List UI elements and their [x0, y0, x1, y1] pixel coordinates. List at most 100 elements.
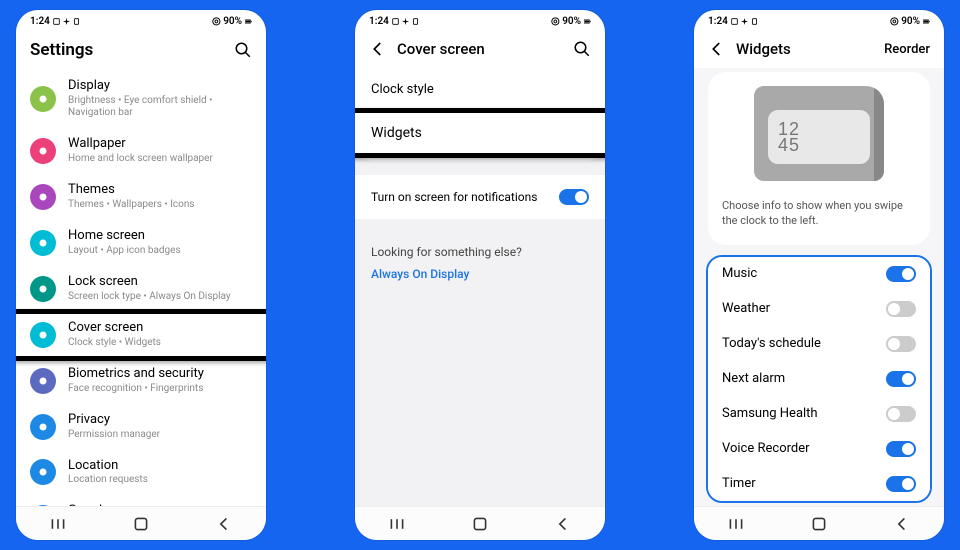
status-icon	[412, 18, 419, 25]
status-icon	[73, 18, 80, 25]
label: Clock style	[371, 82, 434, 97]
page-title: Settings	[30, 40, 224, 60]
battery-icon	[584, 18, 591, 25]
preview-card: 12 45 Choose info to show when you swipe…	[708, 72, 930, 245]
battery-percent: ◎ 90%	[212, 16, 242, 27]
battery-icon	[923, 18, 930, 25]
recents-icon[interactable]	[728, 516, 744, 532]
row-label: Home screen	[68, 229, 252, 244]
battery-percent: ◎ 90%	[890, 16, 920, 27]
home-icon[interactable]	[133, 516, 149, 532]
row-icon	[30, 459, 56, 485]
status-time: 1:24	[30, 16, 50, 27]
row-sub: Themes • Wallpapers • Icons	[68, 199, 252, 211]
widget-toggle[interactable]	[886, 441, 916, 457]
widget-toggle-list: Music Weather Today's schedule Next alar…	[706, 255, 932, 503]
row-icon	[30, 138, 56, 164]
settings-row-wallpaper[interactable]: Wallpaper Home and lock screen wallpaper	[16, 128, 266, 174]
row-sub: Permission manager	[68, 429, 252, 441]
row-widgets[interactable]: Widgets	[355, 111, 605, 155]
widget-row-timer[interactable]: Timer	[708, 466, 930, 501]
widget-toggle[interactable]	[886, 336, 916, 352]
row-turn-on-notifications[interactable]: Turn on screen for notifications	[355, 175, 605, 219]
status-icon	[53, 18, 60, 25]
settings-row-home-screen[interactable]: Home screen Layout • App icon badges	[16, 220, 266, 266]
settings-row-google[interactable]: Google Google services	[16, 495, 266, 506]
search-icon[interactable]	[234, 41, 252, 59]
row-sub: Clock style • Widgets	[68, 337, 252, 349]
row-icon	[30, 230, 56, 256]
settings-row-privacy[interactable]: Privacy Permission manager	[16, 404, 266, 450]
widget-row-voice-recorder[interactable]: Voice Recorder	[708, 431, 930, 466]
widget-toggle[interactable]	[886, 476, 916, 492]
back-icon[interactable]	[216, 516, 232, 532]
settings-row-themes[interactable]: Themes Themes • Wallpapers • Icons	[16, 174, 266, 220]
cover-screen-content: Clock style Widgets Turn on screen for n…	[355, 68, 605, 506]
widget-toggle[interactable]	[886, 301, 916, 317]
status-icon	[731, 18, 738, 25]
row-label: Privacy	[68, 413, 252, 428]
location-icon	[402, 18, 409, 25]
row-icon	[30, 86, 56, 112]
settings-row-location[interactable]: Location Location requests	[16, 450, 266, 496]
row-label: Display	[68, 79, 252, 94]
widget-row-weather[interactable]: Weather	[708, 291, 930, 326]
back-icon[interactable]	[894, 516, 910, 532]
search-icon[interactable]	[573, 40, 591, 58]
row-label: Lock screen	[68, 275, 252, 290]
row-label: Location	[68, 459, 252, 474]
page-title: Cover screen	[397, 40, 563, 58]
toggle-turn-on[interactable]	[559, 189, 589, 205]
status-time: 1:24	[708, 16, 728, 27]
link-always-on-display[interactable]: Always On Display	[371, 267, 589, 281]
settings-list: Display Brightness • Eye comfort shield …	[16, 70, 266, 506]
back-icon[interactable]	[708, 40, 726, 58]
phone-settings: 1:24 ◎ 90% Settings Display Brightness •…	[16, 10, 266, 540]
row-icon	[30, 368, 56, 394]
settings-row-display[interactable]: Display Brightness • Eye comfort shield …	[16, 70, 266, 128]
home-icon[interactable]	[472, 516, 488, 532]
widget-label: Weather	[722, 301, 770, 316]
row-label: Biometrics and security	[68, 367, 252, 382]
settings-row-biometrics-and-security[interactable]: Biometrics and security Face recognition…	[16, 358, 266, 404]
battery-percent: ◎ 90%	[551, 16, 581, 27]
nav-bar	[355, 506, 605, 540]
row-icon	[30, 414, 56, 440]
cover-screen-mock: 12 45	[754, 86, 884, 181]
nav-bar	[694, 506, 944, 540]
settings-row-cover-screen[interactable]: Cover screen Clock style • Widgets	[16, 312, 266, 358]
row-icon	[30, 276, 56, 302]
clock-preview: 12 45	[768, 110, 870, 164]
back-icon[interactable]	[555, 516, 571, 532]
row-icon	[30, 322, 56, 348]
row-label: Cover screen	[68, 321, 252, 336]
widget-row-samsung-health[interactable]: Samsung Health	[708, 396, 930, 431]
recents-icon[interactable]	[389, 516, 405, 532]
status-bar: 1:24 ◎ 90%	[355, 10, 605, 32]
home-icon[interactable]	[811, 516, 827, 532]
page-title: Widgets	[736, 40, 874, 58]
header: Settings	[16, 32, 266, 70]
widget-row-next-alarm[interactable]: Next alarm	[708, 361, 930, 396]
battery-icon	[245, 18, 252, 25]
header: Cover screen	[355, 32, 605, 68]
phone-widgets: 1:24 ◎ 90% Widgets Reorder 12 45 Choose …	[694, 10, 944, 540]
row-sub: Home and lock screen wallpaper	[68, 153, 252, 165]
status-bar: 1:24 ◎ 90%	[694, 10, 944, 32]
recents-icon[interactable]	[50, 516, 66, 532]
widget-toggle[interactable]	[886, 266, 916, 282]
widget-toggle[interactable]	[886, 371, 916, 387]
row-clock-style[interactable]: Clock style	[355, 68, 605, 111]
looking-label: Looking for something else?	[371, 245, 589, 259]
widget-row-music[interactable]: Music	[708, 257, 930, 291]
reorder-button[interactable]: Reorder	[884, 42, 930, 57]
row-sub: Screen lock type • Always On Display	[68, 291, 252, 303]
widget-label: Next alarm	[722, 371, 785, 386]
widget-toggle[interactable]	[886, 406, 916, 422]
status-icon	[392, 18, 399, 25]
settings-row-lock-screen[interactable]: Lock screen Screen lock type • Always On…	[16, 266, 266, 312]
widget-row-today-s-schedule[interactable]: Today's schedule	[708, 326, 930, 361]
label: Widgets	[371, 125, 422, 141]
row-icon	[30, 184, 56, 210]
back-icon[interactable]	[369, 40, 387, 58]
